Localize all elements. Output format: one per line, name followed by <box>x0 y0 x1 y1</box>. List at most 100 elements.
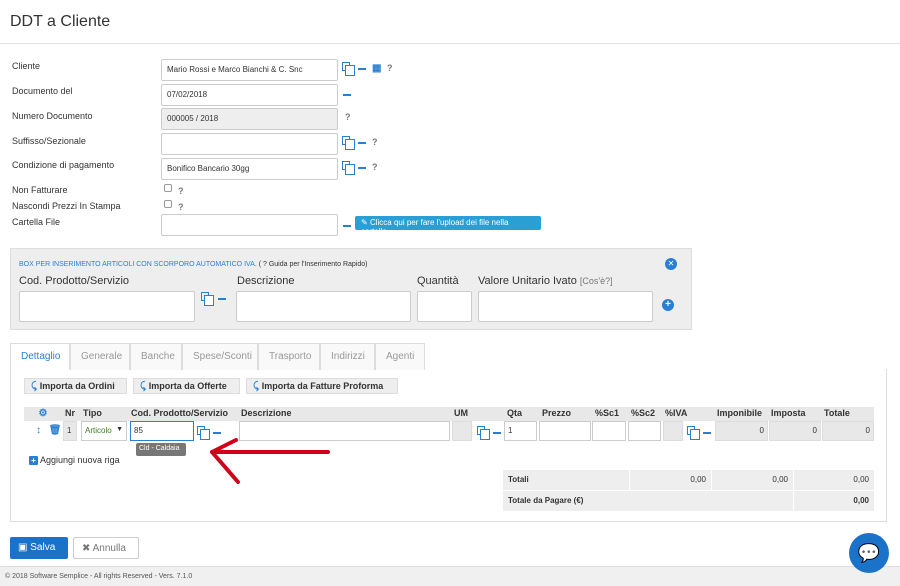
help-icon[interactable]: ? <box>387 63 393 73</box>
documento-del-input[interactable]: 07/02/2018 <box>161 84 338 106</box>
totali-label: Totali <box>503 470 629 490</box>
totali-value-2: 0,00 <box>712 470 793 490</box>
autocomplete-suggestion[interactable]: Cld - Caldaia <box>136 443 186 456</box>
box-price-input[interactable] <box>478 291 653 322</box>
box-price-label-row: Valore Unitario Ivato [Cos'è?] <box>478 275 613 287</box>
box-cod-label: Cod. Prodotto/Servizio <box>19 275 130 287</box>
row-cod-actions <box>197 426 221 440</box>
importa-offerte-label: Importa da Offerte <box>148 381 227 391</box>
copy-icon[interactable] <box>342 62 355 76</box>
col-cod: Cod. Prodotto/Servizio <box>128 407 238 421</box>
minus-icon[interactable] <box>357 141 366 144</box>
totale-da-pagare-label: Totale da Pagare (€) <box>503 491 793 511</box>
help-icon[interactable]: ? <box>372 162 378 172</box>
help-icon[interactable]: ? <box>178 202 184 212</box>
tab-banche[interactable]: Banche <box>130 343 182 370</box>
copy-icon[interactable] <box>201 292 214 306</box>
price-hint-link[interactable]: [Cos'è?] <box>580 276 613 286</box>
add-icon[interactable]: + <box>662 299 674 311</box>
minus-icon[interactable] <box>212 431 221 434</box>
add-row-label: Aggiungi nuova riga <box>40 455 120 465</box>
tab-spese-sconti[interactable]: Spese/Sconti <box>182 343 258 370</box>
importa-offerte-button[interactable]: ⤹ Importa da Offerte <box>133 378 240 394</box>
tab-trasporto[interactable]: Trasporto <box>258 343 320 370</box>
caret-down-icon: ▼ <box>116 426 123 433</box>
tab-indirizzi[interactable]: Indirizzi <box>320 343 375 370</box>
salva-label: Salva <box>30 542 56 553</box>
importa-ordini-button[interactable]: ⤹ Importa da Ordini <box>24 378 127 394</box>
row-prezzo-input[interactable] <box>539 421 591 441</box>
box-desc-input[interactable] <box>236 291 411 322</box>
settings-column-header: ⚙ <box>24 407 62 421</box>
calendar-icon[interactable]: ▦ <box>372 63 381 74</box>
drag-handle-icon[interactable]: ↕ <box>36 425 41 436</box>
upload-label: Clicca qui per fare l'upload dei file ne… <box>361 218 509 236</box>
condizione-label: Condizione di pagamento <box>12 160 115 170</box>
row-iva <box>663 421 683 441</box>
suffisso-actions: ? <box>342 136 378 150</box>
documento-del-label: Documento del <box>12 86 73 96</box>
copy-icon[interactable] <box>687 426 700 440</box>
copy-icon[interactable] <box>342 136 355 150</box>
cliente-input[interactable]: Mario Rossi e Marco Bianchi & C. Snc <box>161 59 338 81</box>
non-fatturare-checkbox[interactable] <box>164 184 172 192</box>
col-sc2: %Sc2 <box>628 407 662 421</box>
minus-icon[interactable] <box>492 431 501 434</box>
minus-icon[interactable] <box>343 93 351 96</box>
col-imposta: Imposta <box>768 407 821 421</box>
minus-icon[interactable] <box>217 297 226 300</box>
article-insert-box: BOX PER INSERIMENTO ARTICOLI CON SCORPOR… <box>10 248 692 330</box>
help-icon[interactable]: ? <box>345 112 351 122</box>
copy-icon[interactable] <box>342 161 355 175</box>
importa-proforma-button[interactable]: ⤹ Importa da Fatture Proforma <box>246 378 398 394</box>
chat-button[interactable]: 💬 <box>849 533 889 573</box>
row-cod-input[interactable]: 85 <box>130 421 194 441</box>
annulla-button[interactable]: ✖ Annulla <box>73 537 139 559</box>
box-desc-label: Descrizione <box>237 275 295 287</box>
suffisso-label: Suffisso/Sezionale <box>12 136 86 146</box>
tab-agenti[interactable]: Agenti <box>375 343 425 370</box>
help-icon[interactable]: ? <box>178 186 184 196</box>
minus-icon[interactable] <box>343 224 351 227</box>
row-totale: 0 <box>822 421 874 441</box>
importa-proforma-label: Importa da Fatture Proforma <box>261 381 384 391</box>
minus-icon[interactable] <box>357 67 366 70</box>
row-sc2-input[interactable] <box>628 421 661 441</box>
row-tipo-select[interactable]: Articolo ▼ <box>81 421 127 441</box>
box-cod-input[interactable] <box>19 291 195 322</box>
help-icon[interactable]: ? <box>372 137 378 147</box>
row-iva-actions <box>687 426 711 440</box>
importa-ordini-label: Importa da Ordini <box>39 381 115 391</box>
totale-da-pagare-value: 0,00 <box>794 491 874 511</box>
numero-documento-input: 000005 / 2018 <box>161 108 338 130</box>
col-iva: %IVA <box>662 407 714 421</box>
copy-icon[interactable] <box>477 426 490 440</box>
cartella-file-input[interactable] <box>161 214 338 236</box>
row-sc1-input[interactable] <box>592 421 626 441</box>
footer: © 2018 Software Semplice - All rights Re… <box>0 566 900 586</box>
trash-icon[interactable]: 🗑 <box>49 425 62 436</box>
minus-icon[interactable] <box>702 431 711 434</box>
suffisso-input[interactable] <box>161 133 338 155</box>
annulla-label: Annulla <box>92 543 126 554</box>
gear-icon[interactable]: ⚙ <box>39 408 48 419</box>
col-nr: Nr <box>62 407 80 421</box>
guide-link[interactable]: ( ? Guida per l'Inserimento Rapido) <box>259 261 368 268</box>
add-row-button[interactable]: + Aggiungi nuova riga <box>29 455 120 465</box>
row-um <box>452 421 472 441</box>
salva-button[interactable]: ▣ Salva <box>10 537 68 559</box>
condizione-input[interactable]: Bonifico Bancario 30gg <box>161 158 338 180</box>
chat-icon: 💬 <box>857 543 881 563</box>
minus-icon[interactable] <box>357 166 366 169</box>
tab-generale[interactable]: Generale <box>70 343 130 370</box>
box-title-row: BOX PER INSERIMENTO ARTICOLI CON SCORPOR… <box>19 261 367 268</box>
copy-icon[interactable] <box>197 426 210 440</box>
col-imponibile: Imponibile <box>714 407 768 421</box>
row-qta-input[interactable]: 1 <box>504 421 537 441</box>
box-qty-input[interactable] <box>417 291 472 322</box>
upload-button[interactable]: ✎ Clicca qui per fare l'upload dei file … <box>355 216 541 236</box>
nascondi-prezzi-checkbox[interactable] <box>164 200 172 208</box>
tab-dettaglio[interactable]: Dettaglio <box>10 343 70 370</box>
cartella-actions <box>343 220 351 230</box>
close-icon[interactable]: ✕ <box>665 258 677 270</box>
